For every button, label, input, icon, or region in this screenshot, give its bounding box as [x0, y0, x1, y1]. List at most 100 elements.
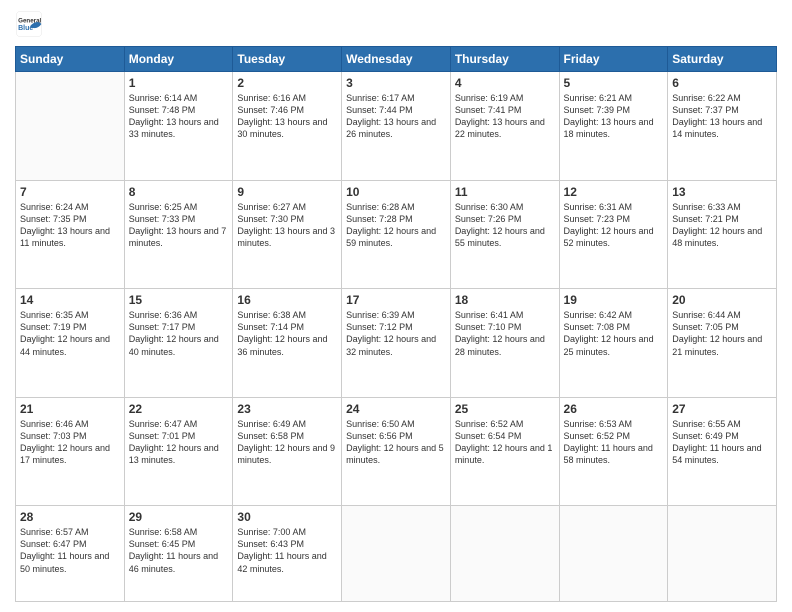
sunrise-text: Sunrise: 6:47 AM — [129, 419, 198, 429]
calendar-day-cell: 16 Sunrise: 6:38 AM Sunset: 7:14 PM Dayl… — [233, 289, 342, 398]
day-number: 12 — [564, 185, 664, 199]
calendar-day-cell: 18 Sunrise: 6:41 AM Sunset: 7:10 PM Dayl… — [450, 289, 559, 398]
sunset-text: Sunset: 7:37 PM — [672, 105, 739, 115]
calendar-day-cell: 14 Sunrise: 6:35 AM Sunset: 7:19 PM Dayl… — [16, 289, 125, 398]
daylight-text: Daylight: 11 hours and 58 minutes. — [564, 443, 653, 465]
sunrise-text: Sunrise: 6:52 AM — [455, 419, 524, 429]
sunrise-text: Sunrise: 6:53 AM — [564, 419, 633, 429]
daylight-text: Daylight: 11 hours and 50 minutes. — [20, 551, 109, 573]
day-number: 19 — [564, 293, 664, 307]
daylight-text: Daylight: 12 hours and 5 minutes. — [346, 443, 444, 465]
day-number: 1 — [129, 76, 229, 90]
calendar-week-row: 14 Sunrise: 6:35 AM Sunset: 7:19 PM Dayl… — [16, 289, 777, 398]
day-info: Sunrise: 6:24 AM Sunset: 7:35 PM Dayligh… — [20, 201, 120, 250]
sunset-text: Sunset: 7:39 PM — [564, 105, 631, 115]
daylight-text: Daylight: 13 hours and 3 minutes. — [237, 226, 335, 248]
daylight-text: Daylight: 11 hours and 42 minutes. — [237, 551, 326, 573]
svg-text:Blue: Blue — [18, 25, 33, 32]
sunset-text: Sunset: 7:14 PM — [237, 322, 304, 332]
sunrise-text: Sunrise: 6:17 AM — [346, 93, 415, 103]
sunrise-text: Sunrise: 6:55 AM — [672, 419, 741, 429]
sunrise-text: Sunrise: 6:22 AM — [672, 93, 741, 103]
day-info: Sunrise: 6:53 AM Sunset: 6:52 PM Dayligh… — [564, 418, 664, 467]
sunrise-text: Sunrise: 6:14 AM — [129, 93, 198, 103]
sunrise-text: Sunrise: 6:38 AM — [237, 310, 306, 320]
sunrise-text: Sunrise: 6:27 AM — [237, 202, 306, 212]
calendar-day-cell: 29 Sunrise: 6:58 AM Sunset: 6:45 PM Dayl… — [124, 506, 233, 602]
day-number: 10 — [346, 185, 446, 199]
sunset-text: Sunset: 7:17 PM — [129, 322, 196, 332]
daylight-text: Daylight: 13 hours and 14 minutes. — [672, 117, 762, 139]
calendar-day-cell: 21 Sunrise: 6:46 AM Sunset: 7:03 PM Dayl… — [16, 397, 125, 506]
sunrise-text: Sunrise: 6:50 AM — [346, 419, 415, 429]
sunset-text: Sunset: 6:56 PM — [346, 431, 413, 441]
sunrise-text: Sunrise: 6:24 AM — [20, 202, 89, 212]
sunrise-text: Sunrise: 6:39 AM — [346, 310, 415, 320]
daylight-text: Daylight: 12 hours and 36 minutes. — [237, 334, 327, 356]
daylight-text: Daylight: 12 hours and 52 minutes. — [564, 226, 654, 248]
day-info: Sunrise: 6:27 AM Sunset: 7:30 PM Dayligh… — [237, 201, 337, 250]
day-info: Sunrise: 6:21 AM Sunset: 7:39 PM Dayligh… — [564, 92, 664, 141]
day-info: Sunrise: 6:33 AM Sunset: 7:21 PM Dayligh… — [672, 201, 772, 250]
calendar-day-cell — [16, 72, 125, 181]
logo: General Blue — [15, 10, 43, 38]
daylight-text: Daylight: 13 hours and 22 minutes. — [455, 117, 545, 139]
calendar-day-cell: 17 Sunrise: 6:39 AM Sunset: 7:12 PM Dayl… — [342, 289, 451, 398]
sunrise-text: Sunrise: 6:19 AM — [455, 93, 524, 103]
daylight-text: Daylight: 12 hours and 28 minutes. — [455, 334, 545, 356]
day-info: Sunrise: 6:58 AM Sunset: 6:45 PM Dayligh… — [129, 526, 229, 575]
calendar-day-cell — [668, 506, 777, 602]
sunrise-text: Sunrise: 6:57 AM — [20, 527, 89, 537]
day-info: Sunrise: 6:52 AM Sunset: 6:54 PM Dayligh… — [455, 418, 555, 467]
sunrise-text: Sunrise: 6:21 AM — [564, 93, 633, 103]
calendar-day-cell: 12 Sunrise: 6:31 AM Sunset: 7:23 PM Dayl… — [559, 180, 668, 289]
sunrise-text: Sunrise: 7:00 AM — [237, 527, 306, 537]
sunset-text: Sunset: 7:08 PM — [564, 322, 631, 332]
daylight-text: Daylight: 12 hours and 48 minutes. — [672, 226, 762, 248]
calendar-day-cell: 15 Sunrise: 6:36 AM Sunset: 7:17 PM Dayl… — [124, 289, 233, 398]
weekday-header-row: SundayMondayTuesdayWednesdayThursdayFrid… — [16, 47, 777, 72]
calendar-day-cell: 20 Sunrise: 6:44 AM Sunset: 7:05 PM Dayl… — [668, 289, 777, 398]
day-info: Sunrise: 6:22 AM Sunset: 7:37 PM Dayligh… — [672, 92, 772, 141]
day-number: 3 — [346, 76, 446, 90]
calendar-day-cell: 8 Sunrise: 6:25 AM Sunset: 7:33 PM Dayli… — [124, 180, 233, 289]
calendar-day-cell: 5 Sunrise: 6:21 AM Sunset: 7:39 PM Dayli… — [559, 72, 668, 181]
calendar-day-cell: 22 Sunrise: 6:47 AM Sunset: 7:01 PM Dayl… — [124, 397, 233, 506]
day-info: Sunrise: 6:47 AM Sunset: 7:01 PM Dayligh… — [129, 418, 229, 467]
day-number: 2 — [237, 76, 337, 90]
daylight-text: Daylight: 12 hours and 9 minutes. — [237, 443, 335, 465]
calendar-week-row: 1 Sunrise: 6:14 AM Sunset: 7:48 PM Dayli… — [16, 72, 777, 181]
sunset-text: Sunset: 7:01 PM — [129, 431, 196, 441]
calendar-day-cell — [342, 506, 451, 602]
sunrise-text: Sunrise: 6:41 AM — [455, 310, 524, 320]
sunset-text: Sunset: 7:30 PM — [237, 214, 304, 224]
sunrise-text: Sunrise: 6:44 AM — [672, 310, 741, 320]
sunset-text: Sunset: 6:54 PM — [455, 431, 522, 441]
sunset-text: Sunset: 7:48 PM — [129, 105, 196, 115]
daylight-text: Daylight: 13 hours and 11 minutes. — [20, 226, 110, 248]
calendar-body: 1 Sunrise: 6:14 AM Sunset: 7:48 PM Dayli… — [16, 72, 777, 602]
calendar-day-cell — [450, 506, 559, 602]
calendar-day-cell: 28 Sunrise: 6:57 AM Sunset: 6:47 PM Dayl… — [16, 506, 125, 602]
calendar-day-cell: 13 Sunrise: 6:33 AM Sunset: 7:21 PM Dayl… — [668, 180, 777, 289]
sunrise-text: Sunrise: 6:31 AM — [564, 202, 633, 212]
logo-icon: General Blue — [15, 10, 43, 38]
daylight-text: Daylight: 12 hours and 17 minutes. — [20, 443, 110, 465]
daylight-text: Daylight: 12 hours and 25 minutes. — [564, 334, 654, 356]
sunrise-text: Sunrise: 6:42 AM — [564, 310, 633, 320]
sunset-text: Sunset: 6:47 PM — [20, 539, 87, 549]
sunset-text: Sunset: 7:46 PM — [237, 105, 304, 115]
calendar-day-cell: 2 Sunrise: 6:16 AM Sunset: 7:46 PM Dayli… — [233, 72, 342, 181]
calendar-day-cell: 25 Sunrise: 6:52 AM Sunset: 6:54 PM Dayl… — [450, 397, 559, 506]
day-info: Sunrise: 6:17 AM Sunset: 7:44 PM Dayligh… — [346, 92, 446, 141]
day-number: 28 — [20, 510, 120, 524]
day-info: Sunrise: 6:44 AM Sunset: 7:05 PM Dayligh… — [672, 309, 772, 358]
daylight-text: Daylight: 13 hours and 7 minutes. — [129, 226, 227, 248]
calendar-day-cell: 3 Sunrise: 6:17 AM Sunset: 7:44 PM Dayli… — [342, 72, 451, 181]
day-info: Sunrise: 6:31 AM Sunset: 7:23 PM Dayligh… — [564, 201, 664, 250]
day-info: Sunrise: 6:46 AM Sunset: 7:03 PM Dayligh… — [20, 418, 120, 467]
day-number: 8 — [129, 185, 229, 199]
sunset-text: Sunset: 7:05 PM — [672, 322, 739, 332]
daylight-text: Daylight: 12 hours and 13 minutes. — [129, 443, 219, 465]
day-info: Sunrise: 6:49 AM Sunset: 6:58 PM Dayligh… — [237, 418, 337, 467]
